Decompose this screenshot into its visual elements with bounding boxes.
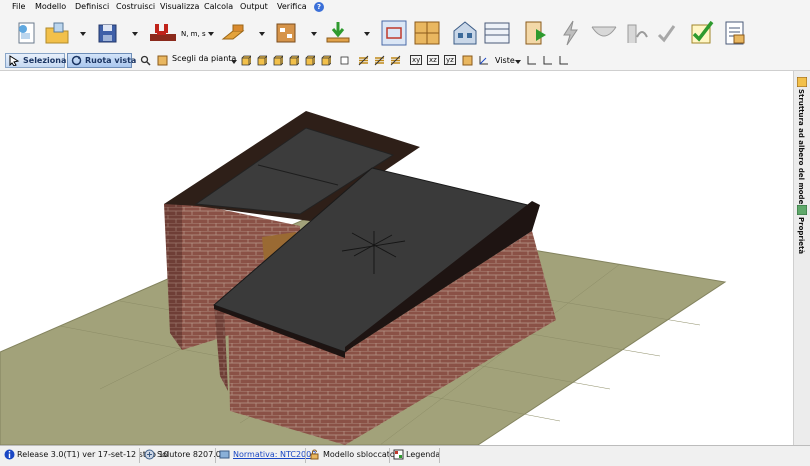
axis-x-icon[interactable] — [526, 55, 537, 66]
rotate-view-button[interactable]: Ruota vista — [67, 53, 136, 68]
beam-element-icon[interactable] — [219, 19, 247, 47]
view-back-icon[interactable] — [256, 55, 267, 66]
layers-icon-3[interactable] — [390, 55, 401, 66]
rotate-label: Ruota vista — [85, 56, 137, 65]
units-magnet-icon[interactable] — [148, 19, 176, 47]
table-view-icon[interactable] — [483, 19, 511, 47]
legend-button[interactable]: Legenda — [406, 450, 440, 459]
pick-dropdown-icon[interactable] — [231, 60, 237, 64]
menu-definisci[interactable]: Definisci — [75, 2, 109, 11]
wall-element-icon[interactable] — [272, 19, 300, 47]
plane-yz-button[interactable]: yz — [444, 55, 456, 65]
model-state: Modello sbloccato — [323, 450, 395, 459]
views-dropdown[interactable]: Viste — [495, 56, 515, 65]
run-analysis-icon[interactable] — [522, 19, 550, 47]
layers-icon-2[interactable] — [374, 55, 385, 66]
diagram-icon[interactable] — [624, 19, 652, 47]
open-dropdown-icon[interactable] — [80, 32, 86, 36]
view-box-icon[interactable] — [339, 55, 350, 66]
verify-check-icon[interactable] — [689, 19, 717, 47]
load-dropdown-icon[interactable] — [364, 32, 370, 36]
building-3d-model[interactable] — [0, 71, 793, 446]
status-separator — [305, 448, 306, 463]
deformed-shape-icon[interactable] — [590, 19, 618, 47]
zoom-icon[interactable] — [140, 55, 151, 66]
model-tree-tab[interactable]: Struttura ad albero del modello — [797, 89, 805, 214]
right-side-panel: Struttura ad albero del modello Propriet… — [793, 71, 810, 445]
menu-output[interactable]: Output — [240, 2, 268, 11]
views-dropdown-icon[interactable] — [515, 60, 521, 64]
select-button[interactable]: Seleziona — [5, 53, 67, 68]
view-frame-icon[interactable] — [380, 19, 408, 47]
menu-file[interactable]: File — [12, 2, 25, 11]
menu-visualizza[interactable]: Visualizza — [160, 2, 199, 11]
units-label[interactable]: N, m, s — [181, 30, 206, 38]
save-dropdown-icon[interactable] — [132, 32, 138, 36]
new-model-icon[interactable] — [12, 19, 40, 47]
report-icon[interactable] — [721, 19, 749, 47]
plan-view-icon[interactable] — [413, 19, 441, 47]
pick-plan-icon[interactable] — [157, 55, 168, 66]
model-3d-viewport[interactable] — [0, 71, 793, 446]
status-bar: Release 3.0(T1) ver 17-set-12 step 10 So… — [0, 445, 810, 466]
menu-calcola[interactable]: Calcola — [204, 2, 233, 11]
beam-dropdown-icon[interactable] — [259, 32, 265, 36]
menu-verifica[interactable]: Verifica — [277, 2, 307, 11]
view-right-icon[interactable] — [288, 55, 299, 66]
menu-modello[interactable]: Modello — [35, 2, 66, 11]
load-arrow-icon[interactable] — [324, 19, 352, 47]
pick-from-plan-button[interactable]: Scegli da pianta — [172, 54, 236, 63]
rotate-icon — [71, 55, 82, 66]
view-toolbar: Seleziona Ruota vista Scegli da pianta x… — [0, 52, 810, 71]
menu-costruisci[interactable]: Costruisci — [116, 2, 155, 11]
status-separator — [139, 448, 140, 463]
layers-icon-1[interactable] — [358, 55, 369, 66]
plane-xy-button[interactable]: xy — [410, 55, 423, 65]
view-iso-icon[interactable] — [320, 55, 331, 66]
main-toolbar: N, m, s — [0, 15, 810, 53]
open-folder-icon[interactable] — [43, 19, 71, 47]
legend-icon — [393, 449, 404, 460]
units-dropdown-icon[interactable] — [208, 32, 214, 36]
plane-xz-button[interactable]: xz — [427, 55, 439, 65]
select-label: Seleziona — [23, 56, 67, 65]
view-front-icon[interactable] — [240, 55, 251, 66]
solver-icon — [144, 449, 155, 460]
model-tree-icon — [797, 77, 807, 87]
help-icon[interactable]: ? — [314, 2, 324, 12]
lock-open-icon — [310, 449, 319, 460]
verify-disabled-icon[interactable] — [655, 19, 683, 47]
lightning-icon[interactable] — [557, 19, 585, 47]
status-separator — [215, 448, 216, 463]
axis-y-icon[interactable] — [542, 55, 553, 66]
norm-icon — [219, 450, 230, 459]
building-icon[interactable] — [451, 19, 479, 47]
menu-bar: File Modello Definisci Costruisci Visual… — [0, 0, 810, 15]
axis-z-icon[interactable] — [558, 55, 569, 66]
view-top-icon[interactable] — [304, 55, 315, 66]
wall-dropdown-icon[interactable] — [311, 32, 317, 36]
properties-icon — [797, 205, 807, 215]
properties-tab[interactable]: Proprietà — [797, 217, 805, 254]
save-icon[interactable] — [94, 19, 122, 47]
section-view-icon[interactable] — [462, 55, 473, 66]
info-icon — [4, 449, 15, 460]
axis-view-icon[interactable] — [478, 55, 489, 66]
norm-link[interactable]: Normativa: NTC2008 — [233, 450, 316, 459]
status-separator — [439, 448, 440, 463]
status-separator — [389, 448, 390, 463]
cursor-arrow-icon — [9, 55, 20, 66]
view-left-icon[interactable] — [272, 55, 283, 66]
